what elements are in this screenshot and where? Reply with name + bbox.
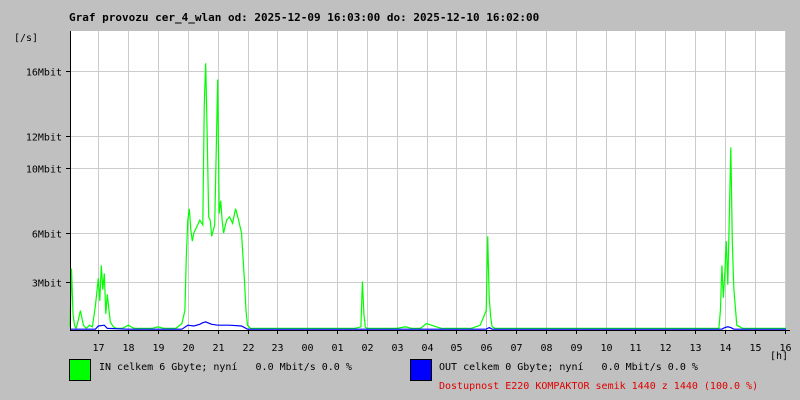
x-axis-label: [h] [770, 351, 788, 362]
x-tick-label: 15 [749, 343, 761, 354]
y-tick-label: 3Mbit [32, 279, 62, 290]
y-tick-label: 6Mbit [32, 230, 62, 241]
x-tick-label: 14 [719, 343, 731, 354]
y-tick-label: 16Mbit [26, 68, 62, 79]
x-tick-label: 11 [629, 343, 641, 354]
x-tick-label: 12 [659, 343, 671, 354]
traffic-chart: 17 18 19 20 21 22 23 00 01 02 03 04 05 06 07 08 09 10 11 12… [14, 31, 792, 362]
x-tick-label: 21 [212, 343, 224, 354]
x-tick-label: 23 [271, 343, 283, 354]
legend-out-label: OUT celkem 0 Gbyte; nyní 0.0 Mbit/s 0.0 … [439, 362, 698, 373]
x-tick-label: 09 [570, 343, 582, 354]
x-tick-label: 00 [301, 343, 313, 354]
x-tick-label: 17 [92, 343, 104, 354]
x-tick-label: 08 [540, 343, 552, 354]
y-tick-label: 10Mbit [26, 165, 62, 176]
x-tick-label: 07 [510, 343, 522, 354]
x-tick-label: 18 [122, 343, 134, 354]
x-tick-label: 19 [152, 343, 164, 354]
y-tick-label: 12Mbit [26, 133, 62, 144]
legend-in-label: IN celkem 6 Gbyte; nyní 0.0 Mbit/s 0.0 % [99, 362, 352, 373]
x-tick-label: 20 [182, 343, 194, 354]
y-axis-label: [/s] [14, 33, 38, 44]
availability-note: Dostupnost E220 KOMPAKTOR semik 1440 z 1… [439, 381, 759, 392]
x-tick-label: 13 [689, 343, 701, 354]
legend-in-swatch [69, 359, 91, 381]
x-tick-label: 10 [600, 343, 612, 354]
x-tick-label: 01 [331, 343, 343, 354]
legend-out-swatch [410, 359, 432, 381]
x-tick-label: 02 [361, 343, 373, 354]
x-tick-label: 06 [480, 343, 492, 354]
x-tick-label: 03 [391, 343, 403, 354]
x-tick-label: 05 [450, 343, 462, 354]
x-tick-label: 04 [421, 343, 433, 354]
x-tick-label: 22 [242, 343, 254, 354]
